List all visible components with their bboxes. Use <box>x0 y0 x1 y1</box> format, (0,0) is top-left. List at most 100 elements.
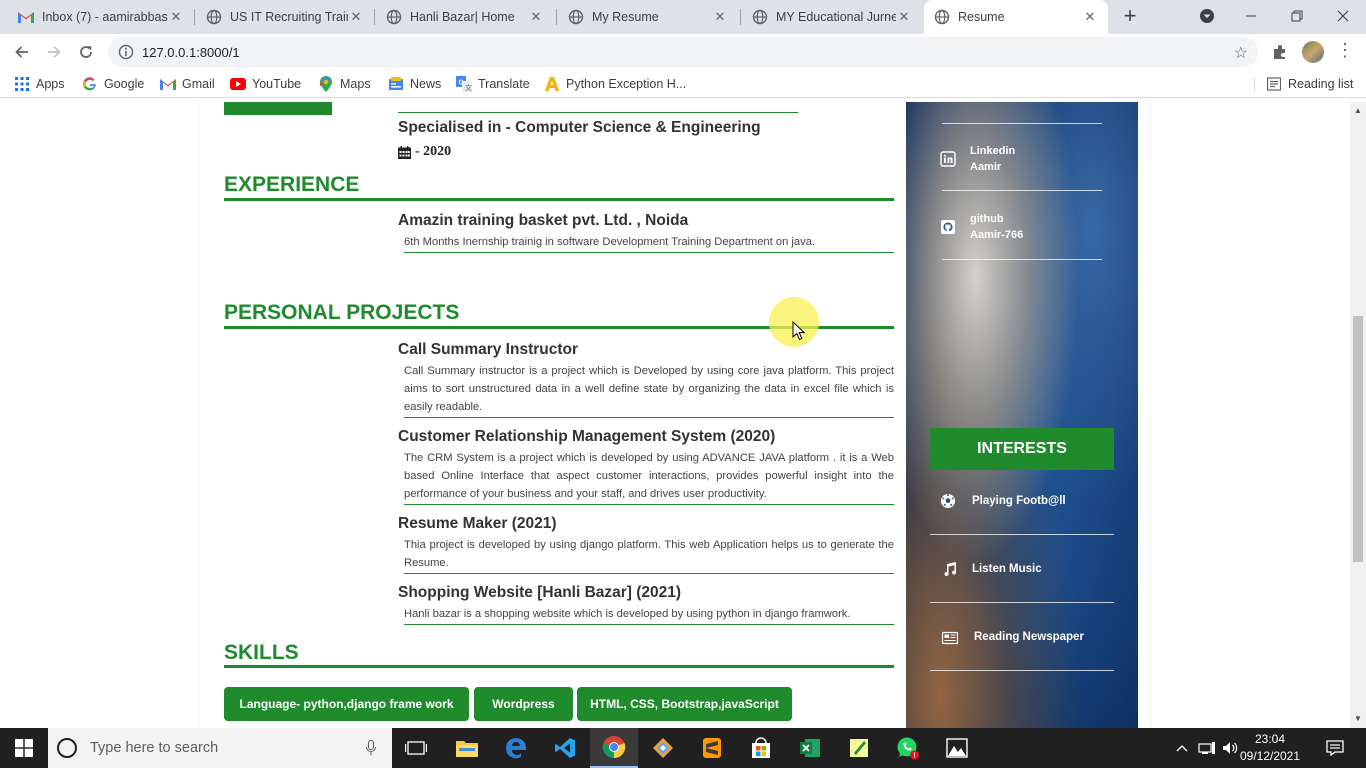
task-view-icon <box>405 741 427 755</box>
extensions-icon[interactable] <box>1270 42 1290 62</box>
reading-list-button[interactable]: Reading list <box>1266 75 1353 93</box>
github-contact[interactable]: github Aamir-766 <box>970 211 1023 243</box>
tab-us-it-recruiting[interactable]: US IT Recruiting Trainin ✕ <box>196 0 374 34</box>
project-description: The CRM System is a project which is dev… <box>404 449 894 505</box>
menu-icon[interactable]: ⋮ <box>1336 40 1354 61</box>
tab-hanli-bazar[interactable]: Hanli Bazar| Home ✕ <box>376 0 554 34</box>
action-center[interactable] <box>1320 728 1350 768</box>
close-icon[interactable]: ✕ <box>896 9 912 25</box>
address-bar[interactable]: 127.0.0.1:8000/1 ☆ <box>108 37 1258 67</box>
bookmark-google[interactable]: Google <box>82 75 144 93</box>
projects-heading: PERSONAL PROJECTS <box>224 301 460 324</box>
tab-title: Inbox (7) - aamirabbas <box>42 10 168 24</box>
microphone-icon[interactable] <box>366 740 376 756</box>
search-icon <box>57 738 77 758</box>
calendar-icon <box>398 145 411 159</box>
photos-icon <box>946 738 968 758</box>
whatsapp-icon: ! <box>897 737 919 760</box>
page-scrollbar[interactable]: ▲ ▼ <box>1350 102 1366 728</box>
notifications-icon <box>1326 740 1344 756</box>
store-icon <box>752 737 770 758</box>
tab-separator <box>194 9 195 25</box>
restore-button[interactable] <box>1274 0 1320 32</box>
scrollbar-thumb[interactable] <box>1353 316 1363 562</box>
bookmark-maps[interactable]: Maps <box>318 75 371 93</box>
minimize-button[interactable] <box>1228 0 1274 32</box>
bookmark-gmail[interactable]: Gmail <box>160 75 215 93</box>
close-icon[interactable]: ✕ <box>348 9 364 25</box>
tab-gmail-inbox[interactable]: Inbox (7) - aamirabbas ✕ <box>8 0 194 34</box>
app-button[interactable] <box>639 728 687 768</box>
tab-title: Hanli Bazar| Home <box>410 10 515 24</box>
file-explorer-button[interactable] <box>443 728 491 768</box>
translate-icon: G文 <box>456 76 472 92</box>
tab-resume[interactable]: Resume ✕ <box>924 0 1108 34</box>
bookmark-label: Google <box>104 77 145 91</box>
start-button[interactable] <box>0 728 48 768</box>
contact-label: Linkedin <box>970 145 1016 157</box>
close-icon[interactable]: ✕ <box>712 9 728 25</box>
scroll-down-icon[interactable]: ▼ <box>1354 714 1362 723</box>
globe-icon <box>386 9 402 25</box>
reload-icon <box>80 46 92 58</box>
star-icon[interactable]: ☆ <box>1234 43 1248 63</box>
close-window-button[interactable] <box>1320 0 1366 32</box>
tab-my-resume[interactable]: My Resume ✕ <box>558 0 738 34</box>
bookmark-label: News <box>410 77 442 91</box>
bookmark-news[interactable]: News <box>388 75 441 93</box>
sidebar-divider <box>930 534 1114 535</box>
chrome-button[interactable] <box>590 728 638 768</box>
bookmark-apps[interactable]: Apps <box>14 75 65 93</box>
interest-item: Listen Music <box>972 563 1042 575</box>
store-button[interactable] <box>737 728 785 768</box>
taskbar-search[interactable]: Type here to search <box>48 728 392 768</box>
svg-text:G: G <box>459 80 465 87</box>
close-icon[interactable]: ✕ <box>528 9 544 25</box>
bookmark-label: Gmail <box>182 77 215 91</box>
new-tab-button[interactable]: + <box>1118 5 1142 29</box>
linkedin-contact[interactable]: Linkedin Aamir <box>970 143 1015 175</box>
close-icon[interactable]: ✕ <box>1082 9 1098 25</box>
task-view-button[interactable] <box>392 728 440 768</box>
avatar[interactable] <box>1302 41 1324 63</box>
bookmark-youtube[interactable]: YouTube <box>230 75 301 93</box>
whatsapp-button[interactable]: ! <box>884 728 932 768</box>
skills-heading: SKILLS <box>224 641 299 664</box>
url-text: 127.0.0.1:8000/1 <box>142 45 240 60</box>
skill-badge[interactable]: Wordpress <box>474 687 573 721</box>
sublime-button[interactable] <box>688 728 736 768</box>
vscode-button[interactable] <box>541 728 589 768</box>
gmail-icon <box>160 76 176 92</box>
tab-educational-journey[interactable]: MY Educational Jurney ✕ <box>742 0 922 34</box>
skill-badge[interactable]: HTML, CSS, Bootstrap,javaScript <box>577 687 792 721</box>
edge-button[interactable] <box>492 728 540 768</box>
chevron-up-icon <box>1176 745 1188 752</box>
football-icon <box>941 494 955 508</box>
scroll-up-icon[interactable]: ▲ <box>1354 106 1362 115</box>
search-placeholder: Type here to search <box>90 740 219 756</box>
system-clock[interactable]: 23:04 09/12/2021 <box>1238 731 1302 765</box>
mouse-cursor-icon <box>792 321 806 341</box>
bookmark-python-exception[interactable]: Python Exception H... <box>544 75 686 93</box>
network-icon <box>1198 742 1215 754</box>
globe-icon <box>568 9 584 25</box>
notes-button[interactable] <box>835 728 883 768</box>
skill-badge[interactable]: Language- python,django frame work <box>224 687 469 721</box>
project-description: Thia project is developed by using djang… <box>404 536 894 574</box>
svg-text:!: ! <box>913 753 915 760</box>
close-icon[interactable]: ✕ <box>168 9 184 25</box>
reload-button[interactable] <box>72 38 100 66</box>
tab-search-button[interactable] <box>1184 0 1230 32</box>
tab-separator <box>556 9 557 25</box>
excel-button[interactable] <box>786 728 834 768</box>
bookmark-translate[interactable]: G文 Translate <box>456 75 530 93</box>
network-tray[interactable] <box>1196 728 1218 768</box>
photos-button[interactable] <box>933 728 981 768</box>
forward-button[interactable] <box>40 38 68 66</box>
arrow-right-icon <box>48 46 61 58</box>
show-hidden-icons[interactable] <box>1172 728 1192 768</box>
back-button[interactable] <box>8 38 36 66</box>
sidebar-divider <box>942 123 1102 124</box>
tab-separator <box>374 9 375 25</box>
chevron-down-icon <box>1200 9 1214 23</box>
